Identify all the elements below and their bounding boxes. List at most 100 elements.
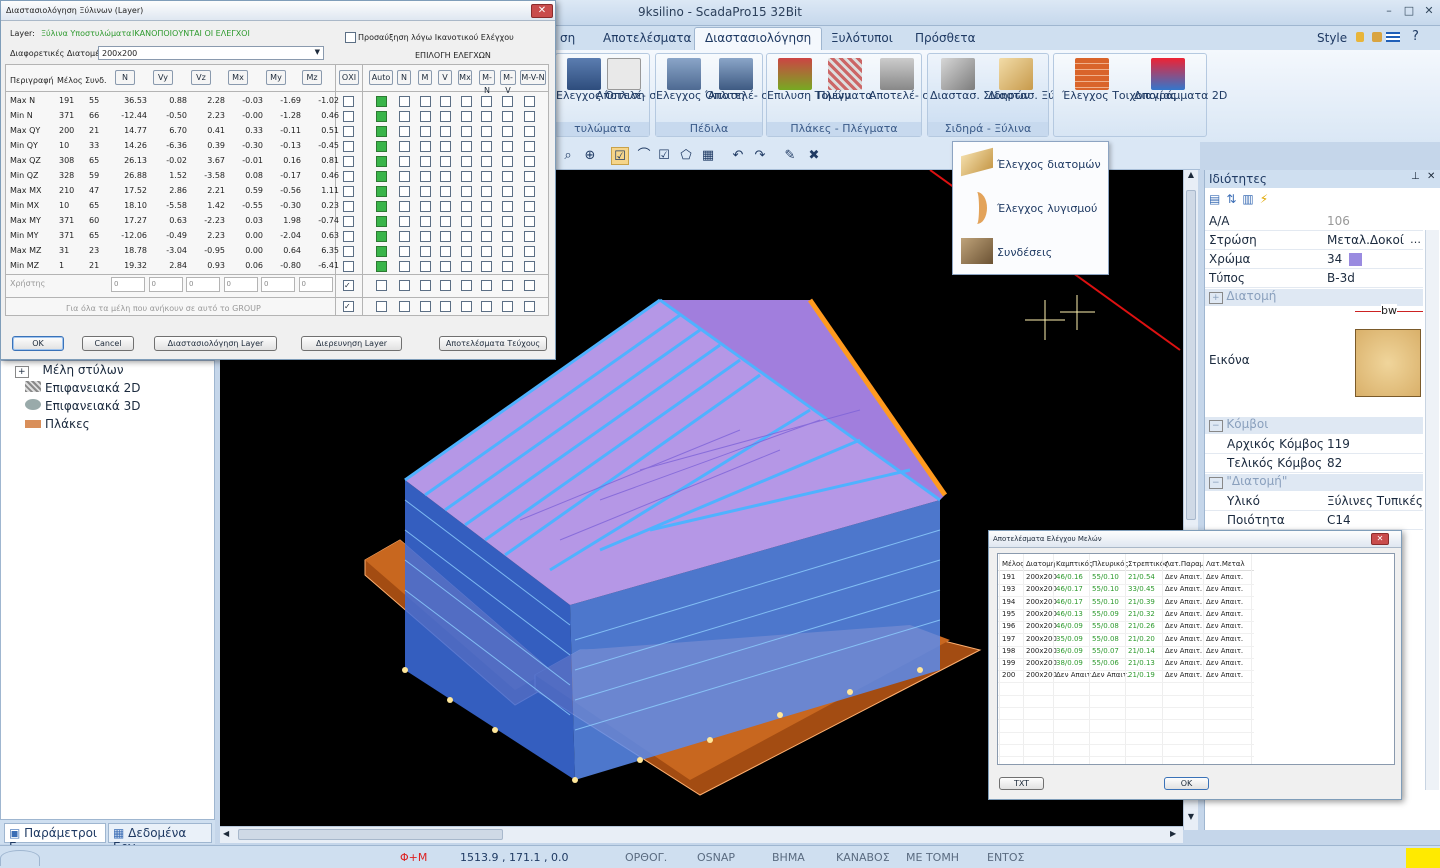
check-checkbox[interactable] (502, 231, 513, 242)
scroll-down-icon[interactable]: ▼ (1185, 812, 1197, 824)
viewport-horizontal-scrollbar[interactable]: ◀ ▶ (220, 826, 1183, 843)
check-checkbox[interactable] (420, 246, 431, 257)
timber-dim-button[interactable]: Διαστασ. Ξύλινων (988, 58, 1086, 120)
oxi-checkbox[interactable] (343, 156, 354, 167)
group-check-checkbox[interactable] (420, 301, 431, 312)
zoom-icon[interactable]: ⌕ (559, 147, 577, 165)
status-inside[interactable]: ΕΝΤΟΣ (987, 851, 1025, 864)
section-select[interactable]: 200x200 ▼ (98, 46, 324, 60)
check-checkbox[interactable] (524, 246, 535, 257)
oxi-checkbox[interactable] (343, 201, 354, 212)
check-btn-m-n[interactable]: M-N (479, 70, 495, 95)
events-icon[interactable]: ⚡ (1260, 192, 1274, 206)
tree-item-slabs[interactable]: Πλάκες (15, 417, 90, 431)
user-check-checkbox[interactable] (420, 280, 431, 291)
check-btn-v[interactable]: V (438, 70, 452, 85)
user-value-input[interactable]: 0 (148, 277, 183, 292)
check-checkbox[interactable] (420, 156, 431, 167)
group-check-checkbox[interactable] (376, 301, 387, 312)
prop-row-end-node[interactable]: Τελικός Κόμβος 82 (1205, 454, 1423, 473)
user-value-input[interactable]: 0 (261, 277, 295, 292)
check-checkbox[interactable] (399, 261, 410, 272)
tab-dimensioning[interactable]: Διαστασιολόγηση (694, 27, 823, 50)
masonry-check-button[interactable]: Έλεγχος Τοιχοποιίας (1062, 58, 1177, 120)
auto-checkbox[interactable] (376, 216, 387, 227)
check-btn-m-v-n[interactable]: M-V-N (520, 70, 546, 85)
section-header-nodes[interactable]: − Κόμβοι (1205, 417, 1423, 434)
tab-partial[interactable]: ση (560, 31, 575, 45)
status-step[interactable]: ΒΗΜΑ (772, 851, 805, 864)
collapse-icon[interactable]: − (1209, 477, 1223, 489)
check-checkbox[interactable] (440, 231, 451, 242)
close-icon[interactable]: ✕ (1427, 171, 1435, 182)
prop-row-grade[interactable]: Ποιότητα C14 (1205, 511, 1423, 530)
check-checkbox[interactable] (481, 126, 492, 137)
section-header-section-props[interactable]: − "Διατομή" (1205, 474, 1423, 491)
check-checkbox[interactable] (502, 216, 513, 227)
check-checkbox[interactable] (502, 111, 513, 122)
prop-row-type[interactable]: Τύπος B-3d (1205, 269, 1423, 288)
check-btn-m-v[interactable]: M-V (500, 70, 516, 95)
tree-item-surface-2d[interactable]: Επιφανειακά 2D (15, 381, 141, 395)
oxi-checkbox[interactable] (343, 186, 354, 197)
check-checkbox[interactable] (481, 111, 492, 122)
status-osnap[interactable]: OSNAP (697, 851, 735, 864)
check-checkbox[interactable] (399, 201, 410, 212)
check-checkbox[interactable] (502, 186, 513, 197)
user-check-checkbox[interactable] (502, 280, 513, 291)
check-checkbox[interactable] (440, 126, 451, 137)
columns-results-button[interactable]: Αποτελέ- σματα (596, 58, 684, 120)
meshes-button[interactable]: Πλέγματα (817, 58, 873, 120)
check-checkbox[interactable] (420, 96, 431, 107)
check-checkbox[interactable] (399, 171, 410, 182)
tab-parameters[interactable]: ▣ Παράμετροι Ε... (4, 823, 106, 854)
check-checkbox[interactable] (440, 246, 451, 257)
check-checkbox[interactable] (502, 261, 513, 272)
group-check-checkbox[interactable] (399, 301, 410, 312)
flag-icon[interactable] (1386, 32, 1400, 42)
results-close-button[interactable]: ✕ (1371, 533, 1389, 545)
check-checkbox[interactable] (502, 141, 513, 152)
check-checkbox[interactable] (461, 171, 472, 182)
check-checkbox[interactable] (524, 261, 535, 272)
hscroll-thumb[interactable] (238, 829, 503, 840)
categorized-icon[interactable]: ▤ (1209, 192, 1226, 206)
check-checkbox[interactable] (440, 141, 451, 152)
footing-results-button[interactable]: Αποτελέ- σματα (708, 58, 796, 120)
check-checkbox[interactable] (399, 126, 410, 137)
app-orb[interactable] (0, 850, 40, 866)
solve-sections-button[interactable]: Επιλυση Τομών (767, 58, 850, 120)
polygon-icon[interactable]: ⬠ (677, 147, 695, 165)
check-checkbox[interactable] (481, 261, 492, 272)
check-checkbox[interactable] (440, 201, 451, 212)
check-checkbox[interactable] (399, 246, 410, 257)
check-checkbox[interactable] (481, 156, 492, 167)
scroll-up-icon[interactable]: ▲ (1185, 170, 1197, 182)
auto-checkbox[interactable] (376, 201, 387, 212)
user-oxi-checkbox[interactable]: ✓ (343, 280, 354, 291)
group-oxi-checkbox[interactable]: ✓ (343, 301, 354, 312)
group-check-checkbox[interactable] (440, 301, 451, 312)
status-ortho[interactable]: ΟΡΘΟΓ. (625, 851, 667, 864)
check-checkbox[interactable] (502, 156, 513, 167)
check-checkbox[interactable] (399, 156, 410, 167)
more-icon[interactable]: … (1410, 233, 1421, 246)
check-checkbox[interactable] (502, 201, 513, 212)
steel-dim-button[interactable]: Διαστασ. Σιδηρών (930, 58, 1030, 120)
group-check-checkbox[interactable] (481, 301, 492, 312)
prop-row-material[interactable]: Υλικό Ξύλινες Τυπικές (1205, 492, 1423, 511)
user-value-input[interactable]: 0 (186, 277, 220, 292)
check-checkbox[interactable] (524, 126, 535, 137)
menu-item-buckling-check[interactable]: Έλεγχος λυγισμού (957, 188, 1105, 228)
oxi-checkbox[interactable] (343, 141, 354, 152)
check-checkbox[interactable] (461, 231, 472, 242)
slab-results-button[interactable]: Αποτελέ- σματα (869, 58, 957, 120)
oxi-checkbox[interactable] (343, 216, 354, 227)
polyline-icon[interactable]: ⌒ (635, 147, 653, 165)
select-icon[interactable]: ☑ (611, 147, 629, 165)
prop-row-start-node[interactable]: Αρχικός Κόμβος 119 (1205, 435, 1423, 454)
check-checkbox[interactable] (524, 231, 535, 242)
user-check-checkbox[interactable] (399, 280, 410, 291)
results-ok-button[interactable]: OK (1164, 777, 1209, 790)
collapse-icon[interactable]: − (1209, 420, 1223, 432)
